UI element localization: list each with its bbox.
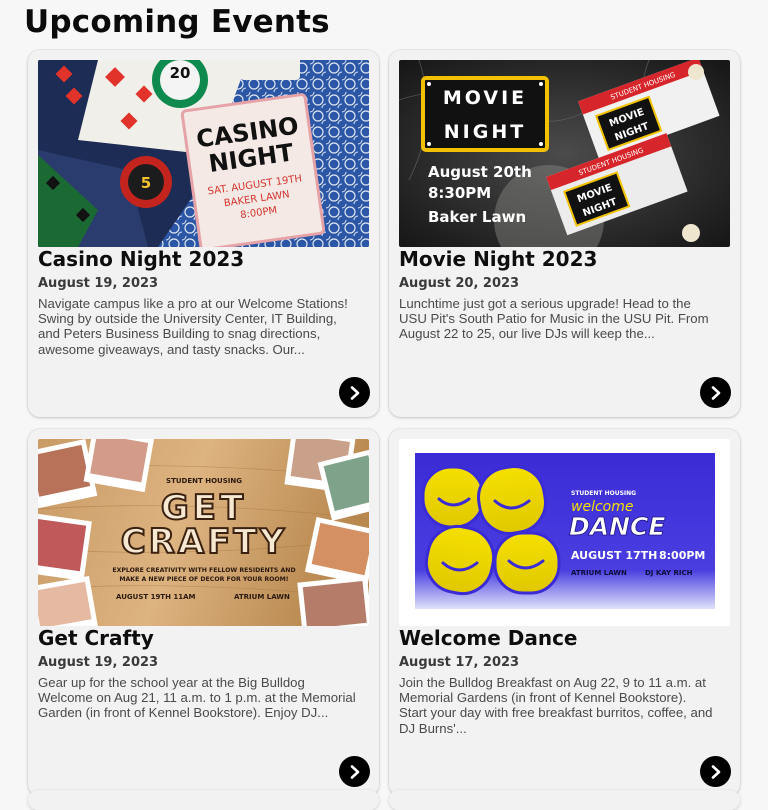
- event-title[interactable]: Movie Night 2023: [399, 247, 597, 271]
- event-card[interactable]: STUDENT HOUSING GET CRAFTY EXPLORE CREAT…: [28, 429, 379, 796]
- event-title[interactable]: Casino Night 2023: [38, 247, 244, 271]
- chevron-right-icon: [711, 764, 720, 779]
- events-grid: 20 5 CASINO NIGHT SAT. AUGUST 19TH BAKER…: [28, 50, 740, 796]
- svg-text:MAKE A NEW PIECE OF DECOR FOR: MAKE A NEW PIECE OF DECOR FOR YOUR ROOM!: [119, 576, 288, 583]
- get-crafty-poster: STUDENT HOUSING GET CRAFTY EXPLORE CREAT…: [38, 439, 369, 626]
- event-card[interactable]: 20 5 CASINO NIGHT SAT. AUGUST 19TH BAKER…: [28, 50, 379, 417]
- svg-text:AUGUST 17TH: AUGUST 17TH: [571, 549, 657, 562]
- event-date: August 17, 2023: [399, 655, 520, 670]
- event-description: Join the Bulldog Breakfast on Aug 22, 9 …: [399, 675, 713, 736]
- chevron-right-icon: [350, 764, 359, 779]
- event-description: Lunchtime just got a serious upgrade! He…: [399, 296, 709, 342]
- event-image[interactable]: STUDENT HOUSING GET CRAFTY EXPLORE CREAT…: [38, 439, 369, 626]
- svg-text:ATRIUM LAWN: ATRIUM LAWN: [571, 569, 627, 577]
- svg-text:STUDENT HOUSING: STUDENT HOUSING: [166, 477, 242, 485]
- event-image[interactable]: 20 5 CASINO NIGHT SAT. AUGUST 19TH BAKER…: [38, 60, 369, 247]
- view-event-button[interactable]: [339, 756, 370, 787]
- svg-text:DANCE: DANCE: [569, 512, 665, 541]
- svg-text:5: 5: [141, 174, 151, 192]
- welcome-dance-poster: STUDENT HOUSING welcome DANCE AUGUST 17T…: [399, 439, 730, 626]
- chevron-right-icon: [350, 385, 359, 400]
- event-title[interactable]: Get Crafty: [38, 626, 154, 650]
- event-description: Gear up for the school year at the Big B…: [38, 675, 356, 721]
- event-title[interactable]: Welcome Dance: [399, 626, 578, 650]
- event-date: August 20, 2023: [399, 276, 520, 291]
- event-image[interactable]: STUDENT HOUSING welcome DANCE AUGUST 17T…: [399, 439, 730, 626]
- event-date: August 19, 2023: [38, 655, 159, 670]
- svg-text:EXPLORE CREATIVITY WITH FELLOW: EXPLORE CREATIVITY WITH FELLOW RESIDENTS…: [112, 567, 295, 574]
- event-card-partial[interactable]: [28, 790, 379, 810]
- svg-text:CRAFTY: CRAFTY: [121, 522, 287, 562]
- svg-text:AUGUST 19TH 11AM: AUGUST 19TH 11AM: [116, 593, 196, 601]
- event-date: August 19, 2023: [38, 276, 159, 291]
- svg-text:Baker Lawn: Baker Lawn: [428, 208, 526, 226]
- chevron-right-icon: [711, 385, 720, 400]
- casino-night-poster: 20 5 CASINO NIGHT SAT. AUGUST 19TH BAKER…: [38, 60, 369, 247]
- svg-text:ATRIUM LAWN: ATRIUM LAWN: [234, 593, 290, 601]
- movie-night-poster: MOVIE NIGHT August 20th 8:30PM Baker Law…: [399, 60, 730, 247]
- svg-text:8:00PM: 8:00PM: [659, 549, 705, 562]
- page-title: Upcoming Events: [24, 4, 330, 40]
- svg-text:NIGHT: NIGHT: [444, 121, 526, 143]
- view-event-button[interactable]: [700, 756, 731, 787]
- svg-text:MOVIE: MOVIE: [443, 87, 527, 109]
- event-card-partial[interactable]: [389, 790, 740, 810]
- view-event-button[interactable]: [339, 377, 370, 408]
- svg-text:20: 20: [170, 64, 191, 82]
- svg-text:August 20th: August 20th: [428, 163, 532, 181]
- svg-text:DJ KAY RICH: DJ KAY RICH: [645, 569, 693, 577]
- event-card[interactable]: STUDENT HOUSING welcome DANCE AUGUST 17T…: [389, 429, 740, 796]
- svg-text:STUDENT HOUSING: STUDENT HOUSING: [571, 490, 636, 497]
- view-event-button[interactable]: [700, 377, 731, 408]
- event-card[interactable]: MOVIE NIGHT August 20th 8:30PM Baker Law…: [389, 50, 740, 417]
- svg-text:8:30PM: 8:30PM: [428, 184, 491, 202]
- event-image[interactable]: MOVIE NIGHT August 20th 8:30PM Baker Law…: [399, 60, 730, 247]
- event-description: Navigate campus like a pro at our Welcom…: [38, 296, 348, 357]
